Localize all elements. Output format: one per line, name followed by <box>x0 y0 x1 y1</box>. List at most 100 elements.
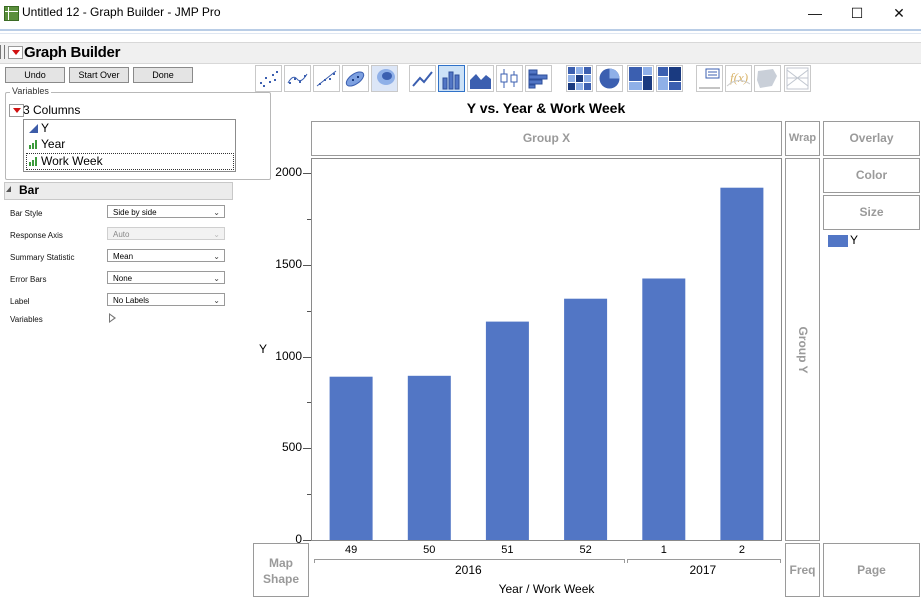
line-icon[interactable] <box>409 65 436 92</box>
error-bars-select[interactable]: None ⌄ <box>107 271 225 284</box>
contour-icon[interactable] <box>371 65 398 92</box>
parallel-plot-icon[interactable] <box>784 65 811 92</box>
column-name: Work Week <box>41 154 103 168</box>
select-value: Auto <box>113 230 130 239</box>
histogram-icon[interactable] <box>525 65 552 92</box>
map-shape-zone[interactable]: Map Shape <box>253 543 309 597</box>
window-title-bar: Untitled 12 - Graph Builder - JMP Pro — … <box>0 0 921 28</box>
bar-panel-title: Bar <box>19 183 40 197</box>
ellipse-icon[interactable] <box>342 65 369 92</box>
variables-legend: Variables <box>10 86 51 96</box>
undo-button[interactable]: Undo <box>5 67 65 83</box>
minimize-button[interactable]: — <box>792 0 838 28</box>
response-axis-select: Auto ⌄ <box>107 227 225 240</box>
column-item-y[interactable]: Y <box>27 121 49 136</box>
continuous-icon <box>29 124 38 133</box>
collapse-triangle-icon[interactable] <box>6 186 11 192</box>
formula-icon[interactable]: f(x) <box>725 65 752 92</box>
window-title: Untitled 12 - Graph Builder - JMP Pro <box>22 5 221 19</box>
x-tick-label: 1 <box>660 544 667 556</box>
overlay-zone[interactable]: Overlay <box>823 121 920 156</box>
bar-1[interactable] <box>642 278 686 541</box>
outline-handle[interactable] <box>0 45 5 59</box>
summary-statistic-label: Summary Statistic <box>10 253 75 262</box>
graph-builder-menu-icon[interactable] <box>8 46 23 59</box>
freq-zone[interactable]: Freq <box>785 543 820 597</box>
y-tick-mark <box>303 356 311 358</box>
bar-chart-svg <box>329 187 764 541</box>
error-bars-label: Error Bars <box>10 275 47 284</box>
map-shapes-icon[interactable] <box>754 65 781 92</box>
chart-title: Y vs. Year & Work Week <box>466 100 626 116</box>
y-tick-label: 0 <box>295 532 302 546</box>
legend-swatch <box>828 235 848 247</box>
y-minor-tick <box>307 310 311 312</box>
variables-prop-label: Variables <box>10 315 43 324</box>
expand-triangle-icon[interactable] <box>109 313 116 323</box>
y-tick-label: 1500 <box>275 256 302 271</box>
select-value: Mean <box>113 252 134 261</box>
x-tick-label: 50 <box>423 544 436 556</box>
close-button[interactable]: ✕ <box>876 0 921 28</box>
size-zone[interactable]: Size <box>823 195 920 230</box>
mosaic-icon[interactable] <box>656 65 683 92</box>
columns-menu-icon[interactable] <box>9 104 24 117</box>
wrap-zone[interactable]: Wrap <box>785 121 820 156</box>
graph-builder-title: Graph Builder <box>24 44 121 61</box>
bar-51[interactable] <box>485 321 529 540</box>
bar-52[interactable] <box>564 298 608 540</box>
column-name: Year <box>41 137 66 151</box>
x-axis-title[interactable]: Year / Work Week <box>311 582 782 596</box>
y-tick-label: 500 <box>281 440 302 455</box>
x-tick-label: 2 <box>738 544 745 556</box>
group-y-zone[interactable]: Group Y <box>785 158 820 541</box>
page-zone[interactable]: Page <box>823 543 920 597</box>
jmp-app-icon <box>4 6 19 21</box>
column-item-work-week[interactable]: Work Week <box>26 153 234 170</box>
bar-2[interactable] <box>720 187 764 540</box>
chevron-down-icon: ⌄ <box>213 274 220 283</box>
maximize-button[interactable]: ☐ <box>834 0 880 28</box>
box-plot-icon[interactable] <box>496 65 523 92</box>
y-tick-mark <box>303 173 311 174</box>
y-tick-mark <box>303 264 311 266</box>
y-tick-label: 2000 <box>275 165 302 179</box>
bar-style-label: Bar Style <box>10 209 43 218</box>
column-item-year[interactable]: Year <box>27 137 65 152</box>
summary-statistic-select[interactable]: Mean ⌄ <box>107 249 225 262</box>
label-select[interactable]: No Labels ⌄ <box>107 293 225 306</box>
line-of-fit-icon[interactable] <box>313 65 340 92</box>
bar-style-select[interactable]: Side by side ⌄ <box>107 205 225 218</box>
legend-label: Y <box>850 233 859 247</box>
smoother-icon[interactable] <box>284 65 311 92</box>
area-icon[interactable] <box>467 65 494 92</box>
chevron-down-icon: ⌄ <box>213 208 220 217</box>
group-x-zone[interactable]: Group X <box>311 121 782 156</box>
points-icon[interactable] <box>255 65 282 92</box>
select-value: Side by side <box>113 208 157 217</box>
bar-icon[interactable] <box>438 65 465 92</box>
heatmap-icon[interactable] <box>566 65 593 92</box>
bar-49[interactable] <box>329 376 373 540</box>
select-value: No Labels <box>113 296 150 305</box>
x-group-label: 2016 <box>454 563 482 577</box>
plot-area[interactable] <box>311 158 782 541</box>
svg-text:f(x): f(x) <box>730 70 748 85</box>
column-list[interactable]: Y Year Work Week <box>23 119 236 172</box>
chevron-down-icon: ⌄ <box>213 230 220 239</box>
color-zone[interactable]: Color <box>823 158 920 193</box>
done-button[interactable]: Done <box>133 67 193 83</box>
y-minor-tick <box>307 402 311 404</box>
x-tick-label: 51 <box>501 544 514 556</box>
pie-icon[interactable] <box>596 65 623 92</box>
y-tick-mark <box>303 448 311 450</box>
y-tick-label: 1000 <box>275 348 302 363</box>
title-separator-light <box>0 33 921 34</box>
y-tick-mark <box>303 540 311 541</box>
ordinal-icon <box>29 157 39 166</box>
y-minor-tick <box>307 494 311 496</box>
treemap-icon[interactable] <box>627 65 654 92</box>
caption-box-icon[interactable] <box>696 65 723 92</box>
bar-50[interactable] <box>407 375 451 540</box>
start-over-button[interactable]: Start Over <box>69 67 129 83</box>
